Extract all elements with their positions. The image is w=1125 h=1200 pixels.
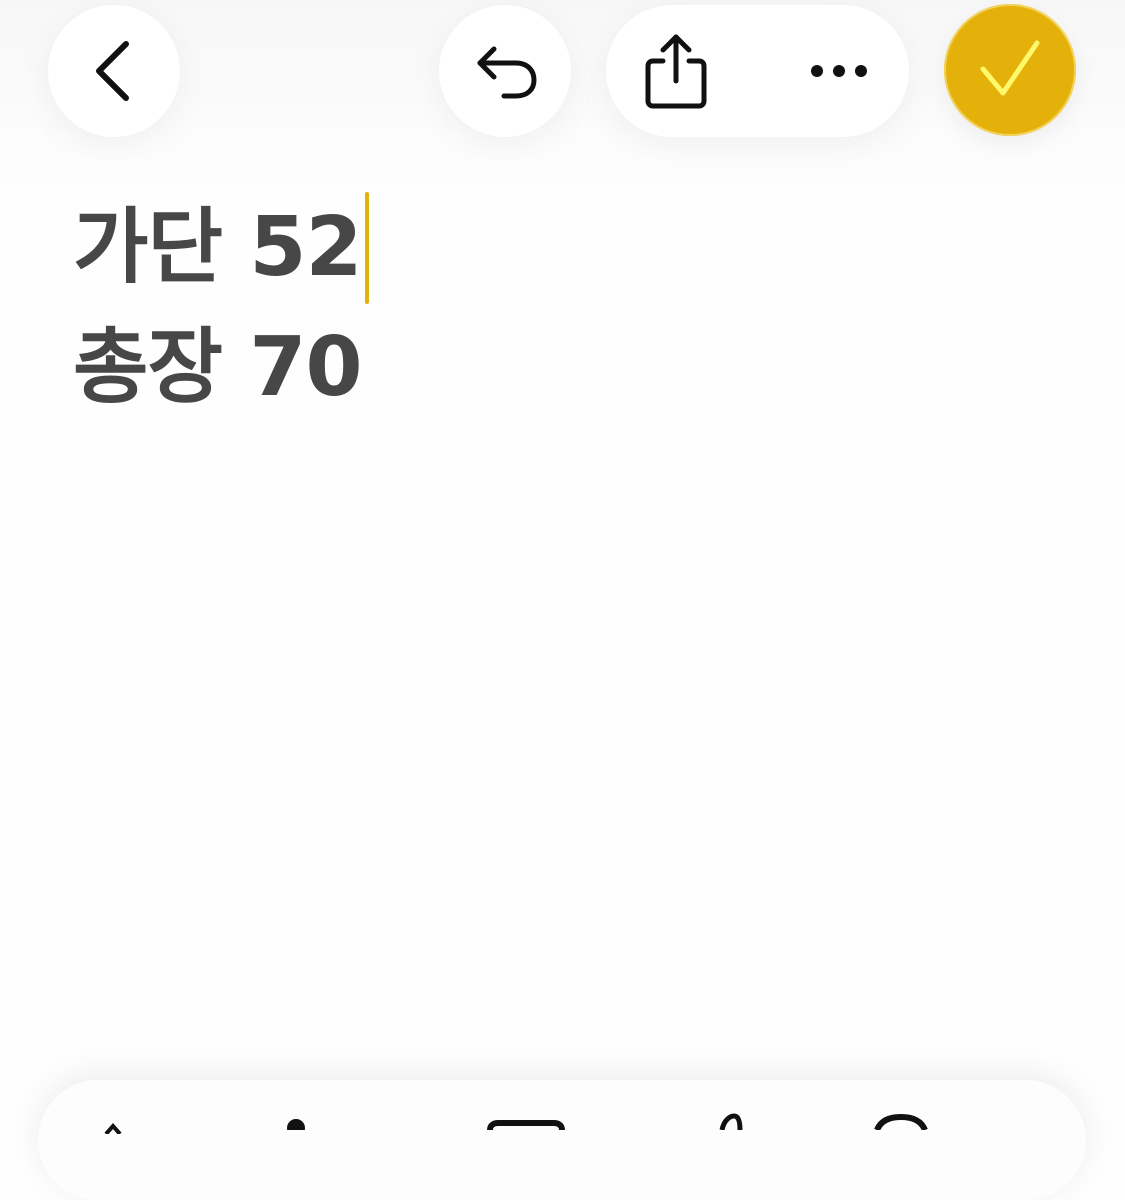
note-line: 총장 70 [73, 308, 1053, 428]
bottom-toolbar [38, 1080, 1086, 1200]
note-line-text: 총장 70 [73, 320, 363, 415]
undo-button[interactable] [439, 5, 571, 137]
done-button[interactable] [944, 4, 1076, 136]
table-icon[interactable] [486, 1120, 566, 1130]
share-button[interactable] [606, 5, 746, 137]
note-editor[interactable]: 가단 52 총장 70 [73, 188, 1053, 428]
more-button[interactable] [769, 5, 909, 137]
chevron-left-icon [96, 41, 129, 101]
ellipsis-icon [811, 65, 867, 77]
compose-icon[interactable] [871, 1114, 931, 1130]
pen-icon[interactable] [716, 1112, 746, 1130]
camera-icon[interactable] [284, 1116, 308, 1130]
action-pill [606, 5, 909, 137]
back-button[interactable] [48, 5, 180, 137]
note-line: 가단 52 [73, 188, 1053, 308]
undo-arrow-icon [477, 46, 537, 99]
note-line-text: 가단 52 [73, 200, 363, 295]
share-icon [645, 34, 707, 109]
checkmark-icon [980, 40, 1040, 96]
text-cursor [364, 192, 369, 304]
checklist-icon[interactable] [98, 1114, 128, 1134]
